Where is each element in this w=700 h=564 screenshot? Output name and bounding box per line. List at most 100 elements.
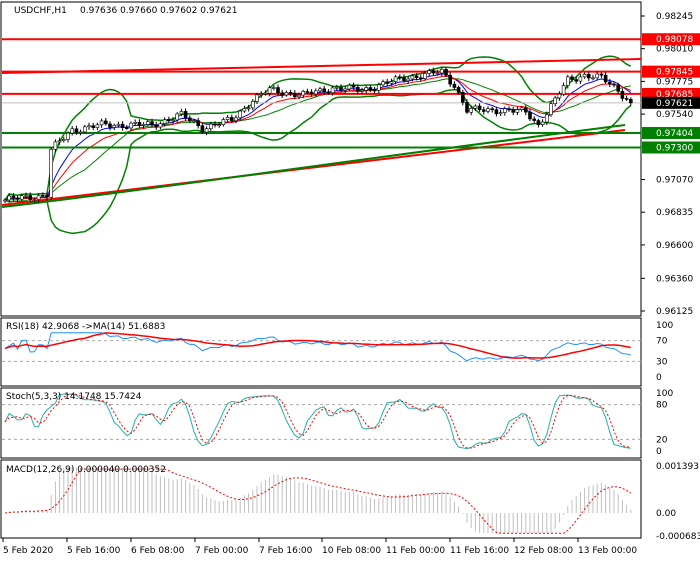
candle-body xyxy=(523,107,528,113)
candle-body xyxy=(418,77,423,80)
candle-body xyxy=(91,125,95,128)
level-label: 0.98078 xyxy=(656,35,693,45)
rsi-tick-label: 0 xyxy=(656,373,662,383)
price-tick-label: 0.98245 xyxy=(656,12,693,22)
candle-body xyxy=(125,127,129,129)
candle-body xyxy=(221,119,226,125)
price-tick-label: 0.97540 xyxy=(656,110,693,120)
candle-body xyxy=(557,93,562,99)
candle-body xyxy=(28,195,33,200)
candle-body xyxy=(32,199,37,201)
candle-body xyxy=(116,123,121,126)
candle-body xyxy=(565,76,570,86)
candle-body xyxy=(364,87,369,91)
candle-body xyxy=(158,123,163,128)
candle-body xyxy=(204,128,209,133)
candle-body xyxy=(599,73,604,76)
candle-body xyxy=(99,120,104,126)
candle-body xyxy=(246,107,251,110)
candle-body xyxy=(620,91,625,99)
candle-body xyxy=(507,108,511,111)
candle-body xyxy=(263,93,268,95)
candle-body xyxy=(334,86,339,89)
rsi-title: RSI(18) 42.9068 ->MA(14) 51.6883 xyxy=(6,322,165,332)
candle-body xyxy=(19,195,24,200)
candle-body xyxy=(70,128,74,134)
candle-body xyxy=(188,117,192,122)
current-price-label: 0.97621 xyxy=(656,99,693,109)
candle-body xyxy=(213,123,217,126)
candle-body xyxy=(355,86,360,92)
price-panel[interactable]: 0.98245 0.98010 0.97775 0.97540 0.97070 0.968… xyxy=(0,1,700,317)
rsi-tick-label: 30 xyxy=(656,357,668,367)
candle-body xyxy=(616,84,621,92)
candle-body xyxy=(477,105,482,111)
chart-svg[interactable]: 0.98245 0.98010 0.97775 0.97540 0.97070 0.968… xyxy=(0,0,700,560)
candle-body xyxy=(196,120,200,126)
candle-body xyxy=(225,117,230,120)
macd-tick-label: -0.000683 xyxy=(656,532,700,542)
candle-body xyxy=(574,79,579,82)
candle-body xyxy=(381,81,385,86)
macd-tick-label: 0.001393 xyxy=(656,462,699,472)
candle-body xyxy=(376,84,381,91)
candle-body xyxy=(481,109,486,112)
candle-body xyxy=(406,78,411,82)
candle-body xyxy=(112,125,116,128)
candle-body xyxy=(595,73,600,79)
candle-body xyxy=(528,111,532,120)
candle-body xyxy=(292,92,297,98)
candle-body xyxy=(372,89,377,92)
chart-header-symbol: USDCHF,H1 xyxy=(14,6,67,16)
price-tick-label: 0.96125 xyxy=(656,307,693,317)
time-tick-label: 13 Feb 00:00 xyxy=(578,546,637,556)
time-axis: 5 Feb 2020 5 Feb 16:00 6 Feb 08:00 7 Feb 00… xyxy=(2,538,637,556)
candle-body xyxy=(74,128,79,133)
stoch-title: Stoch(5,3,3) 14.1748 15.7424 xyxy=(6,392,142,402)
candle-body xyxy=(536,120,541,126)
candle-body xyxy=(297,94,301,98)
candle-body xyxy=(192,120,196,122)
candle-body xyxy=(305,91,310,93)
stoch-tick-label: 0 xyxy=(656,447,662,457)
candle-body xyxy=(360,89,364,92)
candle-body xyxy=(494,109,499,115)
candle-body xyxy=(343,88,348,91)
candle-body xyxy=(624,98,629,100)
candle-body xyxy=(251,101,255,109)
candle-body xyxy=(301,91,306,96)
candle-body xyxy=(36,195,41,200)
candle-body xyxy=(230,117,234,121)
candle-body xyxy=(209,123,213,129)
candle-body xyxy=(393,76,398,82)
candle-body xyxy=(179,111,184,115)
candle-body xyxy=(53,141,58,150)
candle-body xyxy=(351,84,356,88)
macd-tick-label: 0.00 xyxy=(656,509,676,519)
candle-body xyxy=(423,73,427,79)
macd-title: MACD(12,26,9) 0.000040 0.000352 xyxy=(6,465,166,475)
candle-body xyxy=(549,103,553,115)
candle-body xyxy=(435,72,440,75)
candle-body xyxy=(66,132,70,140)
candle-body xyxy=(448,74,453,85)
candle-body xyxy=(469,108,474,113)
time-tick-label: 5 Feb 16:00 xyxy=(67,546,121,556)
candle-body xyxy=(465,102,469,113)
candle-body xyxy=(133,121,137,124)
candle-body xyxy=(288,92,293,94)
level-label: 0.97404 xyxy=(656,129,693,139)
candle-body xyxy=(200,125,205,133)
candle-body xyxy=(561,85,566,95)
candle-body xyxy=(473,105,478,109)
candle-body xyxy=(78,131,83,134)
time-tick-label: 12 Feb 08:00 xyxy=(514,546,573,556)
candle-body xyxy=(498,112,503,115)
candle-body xyxy=(175,113,179,121)
candle-body xyxy=(154,124,158,128)
candle-body xyxy=(104,120,108,125)
candle-body xyxy=(255,94,259,102)
candle-body xyxy=(456,87,461,93)
candle-body xyxy=(83,126,87,133)
trading-chart[interactable]: 0.98245 0.98010 0.97775 0.97540 0.97070 0.968… xyxy=(0,0,700,560)
